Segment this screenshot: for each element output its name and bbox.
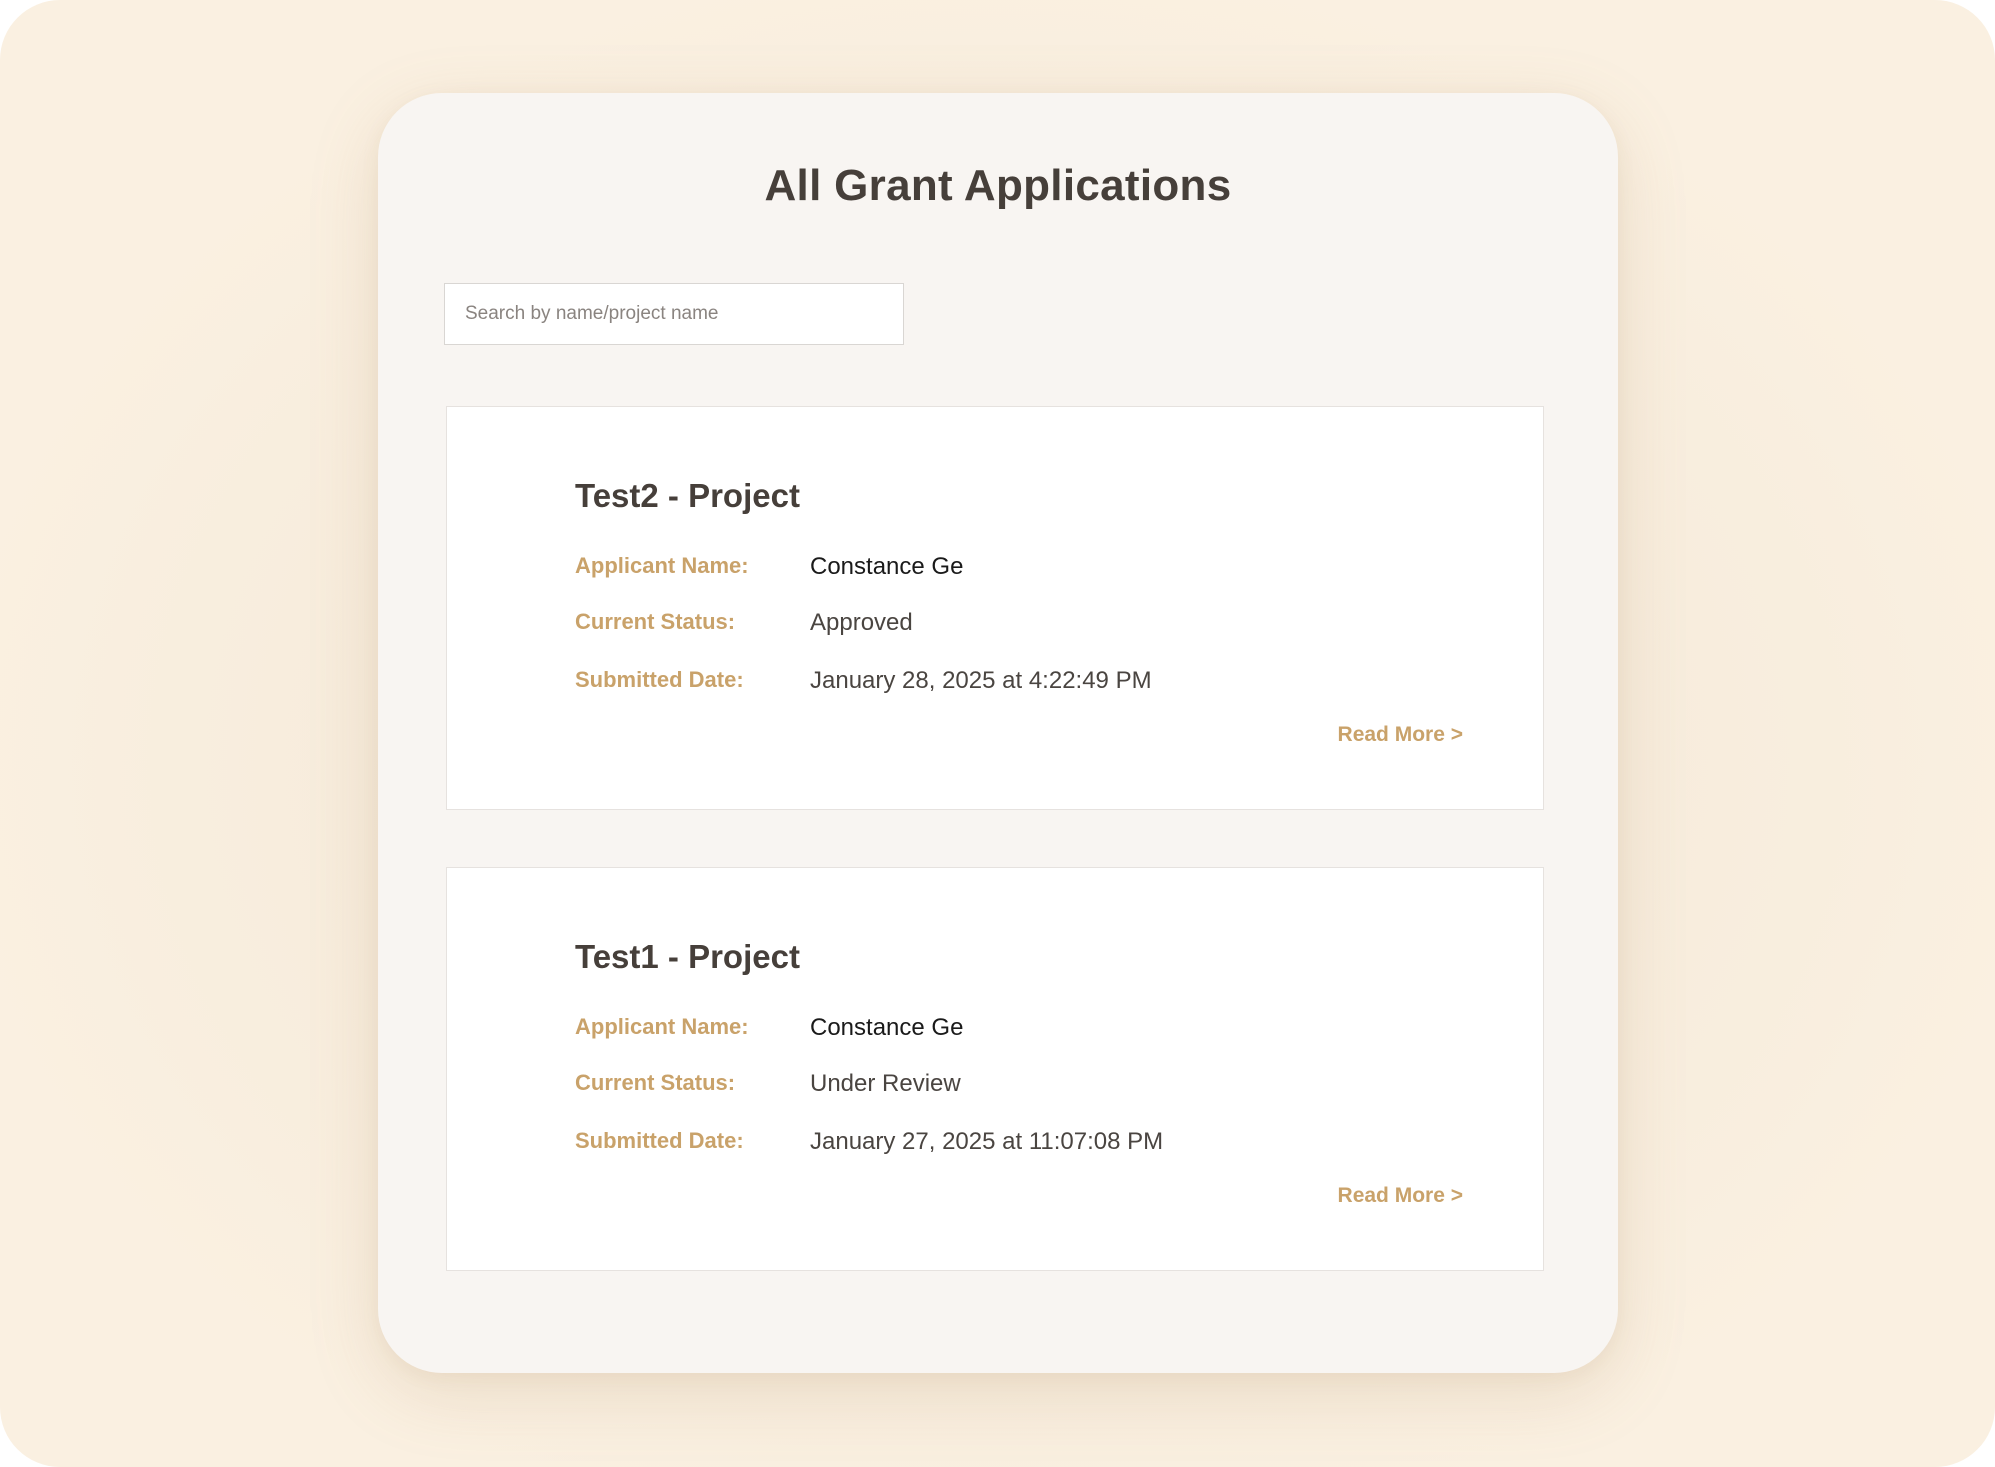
application-title: Test2 - Project <box>575 477 800 514</box>
search-input[interactable] <box>444 283 904 345</box>
page-background: All Grant Applications Test2 - Project A… <box>0 0 1995 1467</box>
submitted-date-label: Submitted Date: <box>575 1128 744 1153</box>
read-more-link[interactable]: Read More > <box>1338 723 1463 747</box>
read-more-link[interactable]: Read More > <box>1338 1184 1463 1208</box>
applications-panel: All Grant Applications Test2 - Project A… <box>378 93 1618 1373</box>
applicant-name-label: Applicant Name: <box>575 1014 749 1039</box>
applicant-name-value: Constance Ge <box>810 1014 964 1041</box>
submitted-date-label: Submitted Date: <box>575 667 744 692</box>
submitted-date-value: January 28, 2025 at 4:22:49 PM <box>810 667 1152 694</box>
application-card: Test1 - Project Applicant Name: Constanc… <box>446 867 1544 1271</box>
applicant-name-value: Constance Ge <box>810 553 964 580</box>
application-title: Test1 - Project <box>575 938 800 975</box>
current-status-value: Approved <box>810 609 913 636</box>
current-status-label: Current Status: <box>575 1070 736 1095</box>
current-status-label: Current Status: <box>575 609 736 634</box>
applicant-name-label: Applicant Name: <box>575 553 749 578</box>
page-title: All Grant Applications <box>764 161 1232 210</box>
current-status-value: Under Review <box>810 1070 961 1097</box>
application-card: Test2 - Project Applicant Name: Constanc… <box>446 406 1544 810</box>
submitted-date-value: January 27, 2025 at 11:07:08 PM <box>810 1128 1164 1155</box>
